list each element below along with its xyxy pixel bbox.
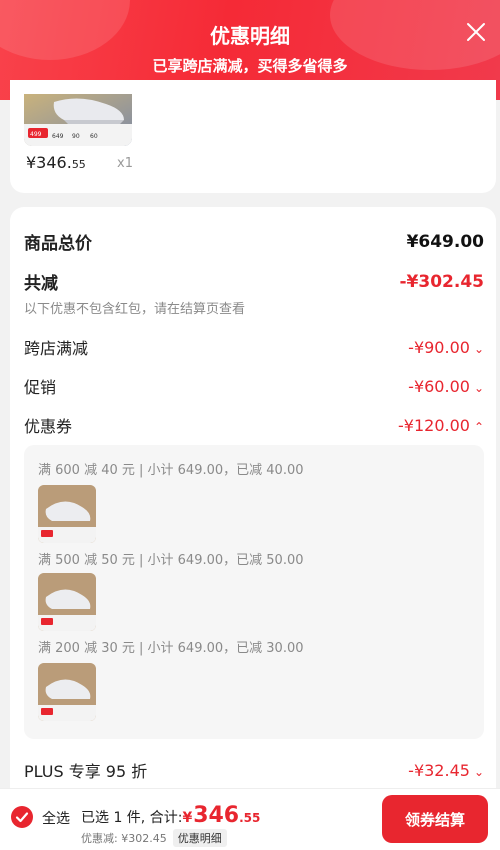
product-thumbnail[interactable] bbox=[38, 663, 96, 721]
coupon-rule-1: 满 600 减 40 元 | 小计 649.00，已减 40.00 bbox=[38, 463, 304, 478]
selected-count-text: 已选 1 件, 合计: bbox=[81, 810, 183, 826]
total-discount-value: -¥302.45 bbox=[399, 271, 485, 292]
chevron-down-icon[interactable]: ⌄ bbox=[474, 765, 484, 779]
discount-detail-button[interactable]: 优惠明细 bbox=[172, 829, 227, 847]
selected-summary: 已选 1 件, 合计: ¥ 346 .55 bbox=[81, 803, 260, 828]
cross-store-discount-amount: -¥90.00 ⌄ bbox=[408, 338, 484, 357]
coupon-amount: -¥120.00 ⌃ bbox=[398, 416, 484, 435]
goods-total-value: ¥649.00 bbox=[406, 231, 484, 252]
discount-summary-card: 商品总价 ¥649.00 共减 -¥302.45 以下优惠不包含红包，请在结算页… bbox=[10, 207, 496, 807]
total-discount-label: 共减 bbox=[24, 274, 58, 294]
product-thumbnail[interactable] bbox=[38, 573, 96, 631]
coupon-label: 优惠券 bbox=[24, 417, 73, 436]
coupon-detail-box: 满 600 减 40 元 | 小计 649.00，已减 40.00 满 500 … bbox=[24, 445, 484, 739]
product-card: 499 649 90 60 ¥346.55 x1 bbox=[10, 80, 496, 193]
coupon-rule-3: 满 200 减 30 元 | 小计 649.00，已减 30.00 bbox=[38, 641, 304, 656]
total-price-decimal: .55 bbox=[239, 811, 261, 825]
total-price-int: 346 bbox=[193, 803, 240, 828]
plus-discount-amount: -¥32.45 ⌄ bbox=[408, 761, 484, 780]
page-subtitle: 已享跨店满减，买得多省得多 bbox=[152, 57, 348, 75]
select-all-label[interactable]: 全选 bbox=[42, 808, 70, 828]
discount-amount-text: 优惠减: ¥302.45 bbox=[81, 832, 167, 845]
chevron-down-icon[interactable]: ⌄ bbox=[474, 342, 484, 356]
promotion-label: 促销 bbox=[24, 378, 57, 397]
claim-coupon-checkout-button[interactable]: 领券结算 bbox=[382, 795, 488, 843]
cross-store-discount-value: -¥90.00 bbox=[408, 337, 470, 357]
goods-total-row: 商品总价 ¥649.00 bbox=[24, 229, 484, 255]
svg-text:90: 90 bbox=[72, 133, 80, 140]
svg-text:60: 60 bbox=[90, 133, 98, 140]
chevron-up-icon[interactable]: ⌃ bbox=[474, 420, 484, 434]
cross-store-discount-label: 跨店满减 bbox=[24, 339, 89, 358]
cross-store-discount-row[interactable]: 跨店满减 -¥90.00 ⌄ bbox=[24, 335, 484, 359]
coupon-value: -¥120.00 bbox=[398, 415, 470, 435]
plus-discount-label: PLUS 专享 95 折 bbox=[24, 762, 148, 781]
promotion-value: -¥60.00 bbox=[408, 376, 470, 396]
discount-note: 以下优惠不包含红包，请在结算页查看 bbox=[24, 302, 246, 317]
checkout-bar: 全选 已选 1 件, 合计: ¥ 346 .55 优惠减: ¥302.45 优惠… bbox=[0, 788, 500, 850]
goods-total-label: 商品总价 bbox=[24, 234, 92, 254]
product-image[interactable]: 499 649 90 60 bbox=[24, 94, 132, 146]
discount-summary-line: 优惠减: ¥302.45 优惠明细 bbox=[81, 829, 227, 847]
product-quantity: x1 bbox=[117, 156, 133, 171]
plus-discount-value: -¥32.45 bbox=[408, 760, 470, 780]
currency-symbol: ¥ bbox=[182, 810, 193, 826]
product-price: ¥346.55 bbox=[26, 153, 86, 172]
promotion-amount: -¥60.00 ⌄ bbox=[408, 377, 484, 396]
svg-text:649: 649 bbox=[52, 133, 64, 140]
select-all-checkbox[interactable] bbox=[11, 806, 33, 828]
plus-discount-row[interactable]: PLUS 专享 95 折 -¥32.45 ⌄ bbox=[24, 758, 484, 782]
close-icon[interactable] bbox=[464, 20, 488, 44]
svg-text:499: 499 bbox=[30, 131, 42, 138]
promotion-row[interactable]: 促销 -¥60.00 ⌄ bbox=[24, 374, 484, 398]
coupon-rule-2: 满 500 减 50 元 | 小计 649.00，已减 50.00 bbox=[38, 553, 304, 568]
coupon-row[interactable]: 优惠券 -¥120.00 ⌃ bbox=[24, 413, 484, 437]
chevron-down-icon[interactable]: ⌄ bbox=[474, 381, 484, 395]
product-thumbnail[interactable] bbox=[38, 485, 96, 543]
page-title: 优惠明细 bbox=[210, 24, 290, 48]
total-discount-row: 共减 -¥302.45 bbox=[24, 269, 485, 295]
